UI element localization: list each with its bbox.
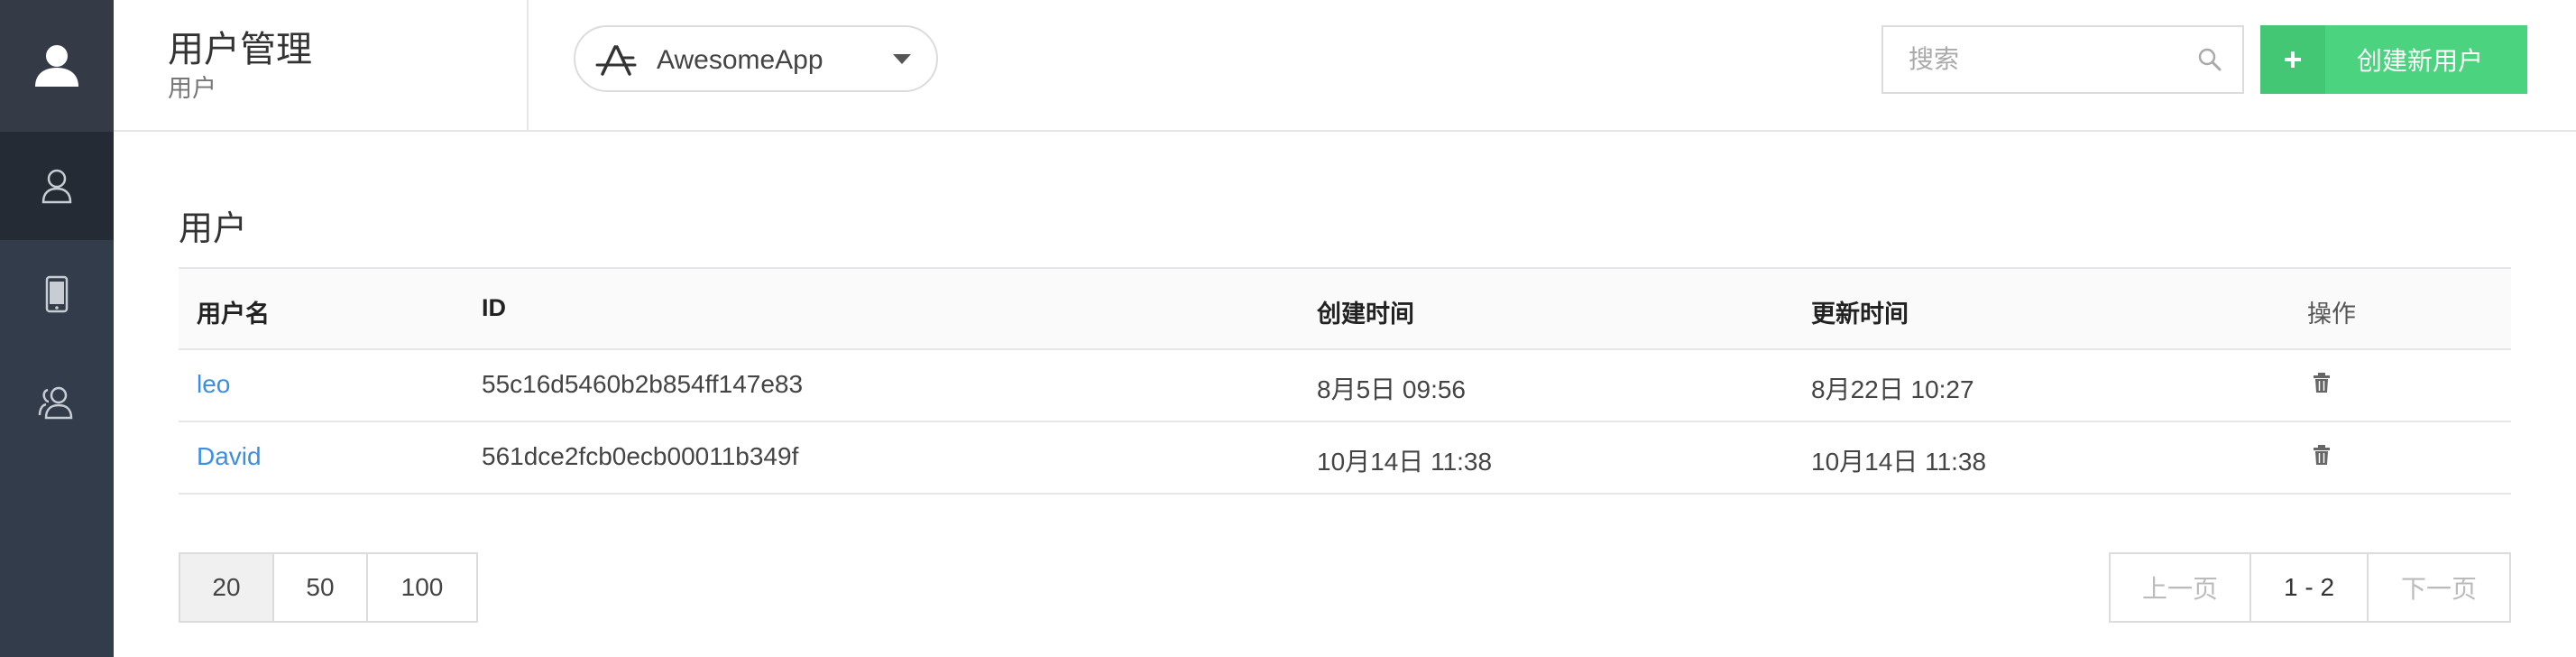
- create-user-button[interactable]: 创建新用户: [2260, 25, 2527, 94]
- table-row: leo 55c16d5460b2b854ff147e83 8月5日 09:56 …: [179, 350, 2511, 422]
- app-selector[interactable]: AwesomeApp: [574, 25, 938, 92]
- next-page-button[interactable]: 下一页: [2369, 554, 2509, 621]
- sidebar-item-account[interactable]: [0, 0, 114, 132]
- app-selector-value: AwesomeApp: [657, 45, 823, 75]
- chevron-down-icon: [893, 54, 911, 64]
- page-size-option[interactable]: 50: [274, 554, 368, 621]
- page-range: 1 - 2: [2251, 554, 2369, 621]
- users-table: 用户名 ID 创建时间 更新时间 操作 leo 55c16d5460b2b854…: [179, 267, 2511, 556]
- create-user-label: 创建新用户: [2356, 47, 2483, 75]
- trash-icon[interactable]: [2313, 444, 2331, 466]
- search-input[interactable]: [1909, 40, 2179, 79]
- updated-time: 8月22日 10:27: [1811, 375, 1974, 403]
- username-link[interactable]: David: [197, 442, 262, 471]
- column-header-actions: 操作: [2307, 301, 2356, 328]
- column-header-id: ID: [482, 294, 506, 321]
- title-block: 用户管理 用户: [114, 0, 529, 132]
- plus-icon: [2260, 25, 2325, 94]
- page-subtitle: 用户: [168, 75, 216, 102]
- user-id: 55c16d5460b2b854ff147e83: [482, 370, 804, 398]
- user-id: 561dce2fcb0ecb00011b349f: [482, 442, 799, 470]
- column-header-username: 用户名: [197, 301, 270, 328]
- page-size-option[interactable]: 20: [180, 554, 274, 621]
- pagination: 上一页 1 - 2 下一页: [2109, 552, 2511, 623]
- updated-time: 10月14日 11:38: [1811, 448, 1987, 476]
- username-link[interactable]: leo: [197, 370, 230, 399]
- sidebar-item-devices[interactable]: [0, 240, 114, 348]
- search-icon[interactable]: [2197, 47, 2222, 72]
- user-outline-icon: [41, 169, 72, 204]
- users-group-icon: [38, 386, 73, 420]
- page-size-option[interactable]: 100: [368, 554, 476, 621]
- user-solid-icon: [35, 45, 78, 87]
- sidebar-item-groups[interactable]: [0, 348, 114, 457]
- column-header-updated: 更新时间: [1811, 301, 1909, 328]
- mobile-icon: [45, 275, 69, 313]
- column-header-created: 创建时间: [1317, 301, 1414, 328]
- top-header: 用户管理 用户 AwesomeApp 创建新用户: [114, 0, 2576, 132]
- created-time: 8月5日 09:56: [1317, 375, 1466, 403]
- trash-icon[interactable]: [2313, 372, 2331, 393]
- search-box: [1881, 25, 2244, 94]
- sidebar-item-users[interactable]: [0, 132, 114, 240]
- app-store-icon: [595, 45, 637, 76]
- table-row: David 561dce2fcb0ecb00011b349f 10月14日 11…: [179, 422, 2511, 495]
- created-time: 10月14日 11:38: [1317, 448, 1493, 476]
- prev-page-button[interactable]: 上一页: [2111, 554, 2251, 621]
- table-header: 用户名 ID 创建时间 更新时间 操作: [179, 267, 2511, 350]
- page-size-selector: 20 50 100: [179, 552, 478, 623]
- page-title: 用户管理: [168, 30, 312, 69]
- section-title: 用户: [179, 210, 248, 248]
- sidebar: [0, 0, 114, 657]
